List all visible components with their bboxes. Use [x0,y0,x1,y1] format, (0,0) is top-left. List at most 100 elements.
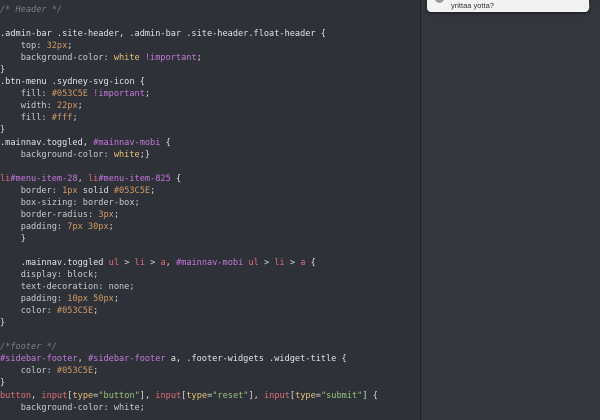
code-line[interactable]: width: 22px; [0,100,420,112]
code-line[interactable]: .mainnav.toggled ul > li > a, #mainnav-m… [0,257,420,269]
code-line[interactable]: } [0,317,420,329]
code-line[interactable]: color: #053C5E; [0,365,420,377]
code-token: .mainnav.toggled, [0,137,94,148]
code-token: li [134,257,145,268]
code-token: #menu-item-825 [98,173,171,184]
code-line[interactable]: .admin-bar .site-header, .admin-bar .sit… [0,28,420,40]
code-token: 22px [56,101,78,112]
code-token: { [305,257,316,268]
code-line[interactable]: fill: #fff; [0,112,420,124]
code-token: text-decoration: none; [0,282,135,293]
code-token: > [258,257,275,268]
code-token: li [274,257,285,268]
code-token: > [119,257,135,268]
code-line[interactable]: } [0,233,420,245]
code-token: "button" [98,390,140,401]
code-token: ; [72,113,78,124]
code-token: #sidebar-footer [87,354,166,365]
code-token: border: [0,185,63,196]
code-token: } [0,378,6,389]
code-line[interactable]: ​ [0,161,420,173]
code-line[interactable]: ​ [0,245,420,257]
code-line[interactable]: background-color: white !important; [0,52,420,64]
code-token: li [87,173,99,184]
code-token: top: [0,41,47,52]
code-line[interactable]: color: #053C5E; [0,305,420,317]
code-token: { [160,137,171,148]
code-token: } [0,125,6,136]
side-label: Ei [583,1,590,10]
code-token: .admin-bar .site-header, .admin-bar .sit… [0,29,326,40]
code-token: 3px [98,209,114,220]
code-line[interactable]: border: 1px solid #053C5E; [0,185,420,197]
code-token: #053C5E [56,306,94,317]
code-token: fill: [0,89,52,100]
code-content[interactable]: /* Header */​.admin-bar .site-header, .a… [0,4,420,414]
code-token: type [72,390,94,401]
code-line[interactable]: box-sizing: border-box; [0,197,420,209]
code-token: , [31,390,42,401]
code-token: /* Header */ [0,5,63,15]
code-line[interactable]: .mainnav.toggled, #mainnav-mobi { [0,137,420,149]
code-line[interactable]: #sidebar-footer, #sidebar-footer a, .foo… [0,353,420,365]
code-token: button [0,390,32,401]
code-token: ; [93,306,99,317]
code-token: 10px 50px [67,294,114,305]
code-token: padding: [0,221,68,232]
code-token: "reset" [212,390,249,401]
code-line[interactable]: display: block; [0,269,420,281]
code-line[interactable]: top: 32px; [0,40,420,52]
code-token: , [77,173,88,184]
code-line[interactable]: } [0,377,420,389]
code-token: background-color: [0,149,114,160]
code-line[interactable]: padding: 10px 50px; [0,293,420,305]
code-token: ; [196,53,202,64]
code-token: #mainnav-mobi [93,137,161,148]
code-token: ], [139,390,156,401]
notification-banner[interactable]: yrittaa yotta? [427,0,589,12]
code-token: background-color: [0,53,114,64]
code-token: > [144,257,161,268]
code-token: width: [0,101,57,112]
code-token: #053C5E [113,185,151,196]
code-token: solid [77,185,114,196]
code-token: #menu-item-28 [10,173,78,184]
code-token: } [0,233,26,244]
code-token: > [284,257,301,268]
code-token: 1px [62,185,78,196]
code-line[interactable]: .btn-menu .sydney-svg-icon { [0,76,420,88]
code-line[interactable]: } [0,124,420,136]
code-token: ; [93,366,99,377]
code-line[interactable]: border-radius: 3px; [0,209,420,221]
code-token: /*footer */ [0,342,57,353]
code-line[interactable]: button, input[type="button"], input[type… [0,390,420,402]
code-token: 32px [46,41,68,52]
code-line[interactable]: padding: 7px 30px; [0,221,420,233]
code-token: li [0,173,11,184]
code-line[interactable]: ​ [0,329,420,341]
code-line[interactable]: background-color: white;} [0,149,420,161]
code-token: input [155,390,182,401]
code-token: a, .footer-widgets .widget-title { [165,354,347,365]
notification-text: yrittaa yotta? [451,1,494,10]
code-token: #sidebar-footer [0,354,78,365]
code-token: border-radius: [0,209,99,220]
code-line[interactable]: /*footer */ [0,341,420,353]
code-token: ul [108,257,120,268]
right-pane: yrittaa yotta? [421,0,600,420]
code-editor[interactable]: /* Header */​.admin-bar .site-header, .a… [0,0,420,420]
code-line[interactable]: background-color: white; [0,402,420,414]
code-line[interactable]: li#menu-item-28, li#menu-item-825 { [0,173,420,185]
code-line[interactable]: text-decoration: none; [0,281,420,293]
code-line[interactable]: /* Header */ [0,4,420,16]
code-token: ; [108,221,114,232]
code-token: ; [77,101,83,112]
code-token: box-sizing: border-box; [0,197,140,208]
code-token: color: [0,306,57,317]
code-token: , [77,354,88,365]
code-line[interactable]: fill: #053C5E !important; [0,88,420,100]
code-line[interactable]: ​ [0,16,420,28]
code-token: #053C5E [56,366,94,377]
code-line[interactable]: } [0,64,420,76]
code-token: { [170,173,182,184]
